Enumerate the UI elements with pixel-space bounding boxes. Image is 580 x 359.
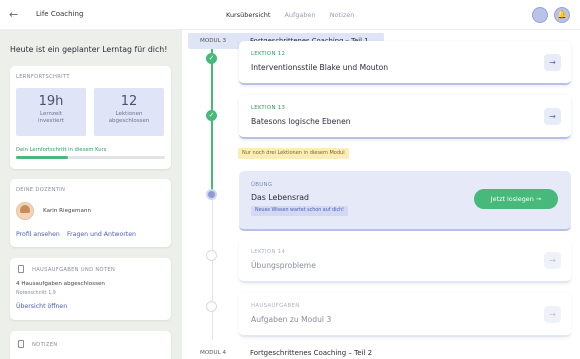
sidebar: Heute ist ein geplanter Lerntag für dich… — [0, 30, 182, 359]
homework-card-title: HAUSAUFGABEN UND NOTEN — [32, 267, 116, 273]
profile-link[interactable]: Profil ansehen — [16, 231, 60, 238]
exercise-title: Das Lebensrad — [251, 193, 310, 202]
lesson-kicker: LEKTION 13 — [251, 105, 286, 111]
learning-time-value: 19h — [38, 94, 64, 109]
progress-card-title: LERNFORTSCHRITT — [16, 74, 70, 80]
lesson-kicker: LEKTION 14 — [251, 249, 286, 255]
arrow-right-icon: → — [535, 195, 542, 203]
greeting: Heute ist ein geplanter Lerntag für dich… — [10, 45, 168, 54]
lessons-label: Lektionen abgeschlossen — [108, 111, 150, 124]
module-notice-badge: Nur noch drei Lektionen in diesem Modul — [238, 148, 349, 159]
homework-grade: Notenschnitt 1,9 — [16, 291, 56, 296]
module-title-next: Fortgeschrittenes Coaching – Teil 2 — [250, 349, 373, 357]
lesson-title: Interventionsstile Blake und Mouton — [251, 63, 389, 72]
progress-card: LERNFORTSCHRITT 19h Lernzeit investiert … — [10, 66, 171, 169]
course-progress-label: Dein Lernfortschritt in diesem Kurs — [16, 147, 107, 153]
homework-card: HAUSAUFGABEN UND NOTEN 4 Hausaufgaben ab… — [10, 258, 171, 320]
learning-time-label: Lernzeit investiert — [37, 111, 64, 124]
exercise-card[interactable]: ÜBUNG Das Lebensrad Neues Wissen wartet … — [239, 171, 571, 231]
teacher-card-title: DEINE DOZENTIN — [16, 187, 66, 193]
exercise-kicker: ÜBUNG — [251, 182, 273, 188]
teacher-card: DEINE DOZENTIN Karin Riegemann Profil an… — [10, 179, 171, 247]
learning-time-stat: 19h Lernzeit investiert — [16, 88, 86, 136]
arrow-right-icon[interactable]: → — [544, 306, 561, 323]
tab-kursuebersicht[interactable]: Kursübersicht — [226, 11, 270, 19]
note-icon — [18, 340, 24, 348]
tab-bar: Kursübersicht Aufgaben Notizen — [226, 11, 368, 19]
arrow-right-icon[interactable]: → — [544, 252, 561, 269]
timeline-line — [211, 200, 213, 340]
course-timeline: MODUL 3 Fortgeschrittenes Coaching – Tei… — [182, 30, 580, 359]
lesson-kicker: LEKTION 12 — [251, 51, 286, 57]
lesson-card[interactable]: LEKTION 12 Interventionsstile Blake und … — [239, 41, 571, 85]
lessons-value: 12 — [120, 94, 138, 109]
notes-card[interactable]: NOTIZEN — [10, 331, 171, 359]
teacher-avatar — [16, 202, 34, 220]
tab-aufgaben[interactable]: Aufgaben — [284, 11, 315, 19]
lesson-title: Übungsprobleme — [251, 261, 316, 270]
teacher-name: Karin Riegemann — [43, 208, 92, 214]
homework-lesson-card[interactable]: HAUSAUFGABEN Aufgaben zu Modul 3 → — [239, 293, 571, 337]
open-step-icon — [206, 301, 217, 312]
open-step-icon — [206, 250, 217, 261]
document-icon — [18, 265, 24, 273]
tab-notizen[interactable]: Notizen — [330, 11, 355, 19]
bell-icon[interactable]: 🔔 — [554, 7, 570, 23]
user-avatar[interactable] — [532, 7, 548, 23]
arrow-right-icon[interactable]: → — [544, 108, 561, 125]
exercise-tag: Neues Wissen wartet schon auf dich! — [251, 206, 348, 216]
lesson-kicker: HAUSAUFGABEN — [251, 303, 300, 309]
course-title: Life Coaching — [36, 10, 84, 18]
timeline-progress-line — [211, 49, 213, 194]
course-progress-fill — [16, 156, 69, 159]
overview-link[interactable]: Übersicht öffnen — [16, 303, 67, 310]
start-button[interactable]: Jetzt loslegen → — [474, 189, 558, 209]
module-label-next: MODUL 4 — [200, 350, 227, 356]
arrow-right-icon[interactable]: → — [544, 54, 561, 71]
lesson-title: Aufgaben zu Modul 3 — [251, 315, 332, 324]
lesson-title: Batesons logische Ebenen — [251, 117, 351, 126]
notes-card-title: NOTIZEN — [32, 342, 58, 348]
lessons-stat: 12 Lektionen abgeschlossen — [94, 88, 164, 136]
start-button-label: Jetzt loslegen — [490, 195, 534, 203]
module-label: MODUL 3 — [200, 38, 227, 44]
homework-completed: 4 Hausaufgaben abgeschlossen — [16, 281, 105, 287]
current-step-icon — [206, 189, 217, 200]
course-progress-bar — [16, 156, 165, 159]
back-arrow-icon[interactable]: ← — [9, 8, 18, 21]
qa-link[interactable]: Fragen und Antworten — [67, 231, 136, 238]
top-bar: ← Life Coaching Kursübersicht Aufgaben N… — [0, 0, 580, 30]
lesson-card[interactable]: LEKTION 13 Batesons logische Ebenen → — [239, 95, 571, 139]
check-icon: ✓ — [206, 53, 217, 64]
lesson-card[interactable]: LEKTION 14 Übungsprobleme → — [239, 239, 571, 283]
check-icon: ✓ — [206, 110, 217, 121]
